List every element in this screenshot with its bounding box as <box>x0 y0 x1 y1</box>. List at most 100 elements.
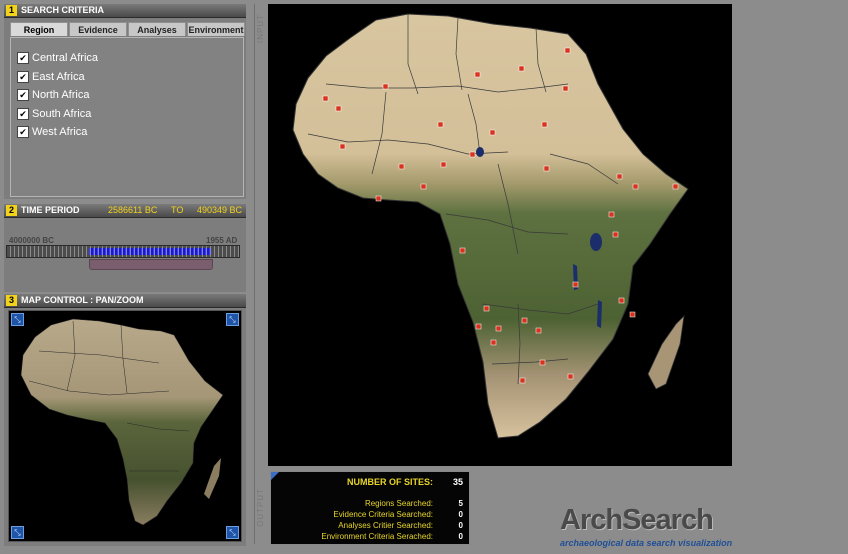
environment-criteria-row: Environment Criteria Serached: 0 <box>275 532 463 541</box>
section-number-badge: 1 <box>6 5 17 16</box>
overview-map[interactable]: ⤡ ⤡ ⤡ ⤡ <box>8 310 242 542</box>
site-marker <box>475 323 482 330</box>
regions-searched-value: 5 <box>458 499 463 508</box>
madagascar-mini <box>204 458 221 499</box>
time-from-value: 2586611 BC <box>108 205 158 215</box>
overview-map-image <box>20 318 224 526</box>
tab-analyses[interactable]: Analyses <box>128 22 186 36</box>
site-marker <box>521 317 528 324</box>
checkbox[interactable]: ✔ <box>17 89 29 102</box>
corner-icon[interactable]: ⤡ <box>226 526 239 539</box>
site-marker <box>420 183 427 190</box>
region-item-west-africa[interactable]: ✔ West Africa <box>17 125 87 139</box>
tab-region[interactable]: Region <box>10 22 68 36</box>
evidence-criteria-label: Evidence Criteria Searched: <box>333 510 433 519</box>
output-side-label: OUTPUT <box>256 488 265 527</box>
corner-icon[interactable]: ⤡ <box>11 526 24 539</box>
site-marker <box>519 377 526 384</box>
region-item-north-africa[interactable]: ✔ North Africa <box>17 88 89 102</box>
section-number-badge: 2 <box>6 205 17 216</box>
site-marker <box>616 173 623 180</box>
tab-environment[interactable]: Environment <box>187 22 245 36</box>
site-marker <box>541 121 548 128</box>
time-to-value: 490349 BC <box>197 205 243 215</box>
archsearch-tagline: archaeological data search visualization <box>560 538 733 548</box>
region-item-central-africa[interactable]: ✔ Central Africa <box>17 51 98 65</box>
analyses-criteria-row: Analyses Critier Searched: 0 <box>275 521 463 530</box>
time-slider-ticks <box>7 246 239 257</box>
site-marker <box>490 339 497 346</box>
corner-icon[interactable]: ⤡ <box>11 313 24 326</box>
time-period-title: TIME PERIOD <box>21 205 80 215</box>
site-marker <box>474 71 481 78</box>
region-item-south-africa[interactable]: ✔ South Africa <box>17 107 91 121</box>
site-marker <box>382 83 389 90</box>
site-marker <box>440 161 447 168</box>
number-of-sites-label: NUMBER OF SITES: <box>346 477 433 487</box>
input-side-label: INPUT <box>256 14 265 43</box>
site-marker <box>375 195 382 202</box>
checkbox[interactable]: ✔ <box>17 71 29 84</box>
site-marker <box>612 231 619 238</box>
site-marker <box>469 151 476 158</box>
site-marker <box>489 129 496 136</box>
corner-icon[interactable]: ⤡ <box>226 313 239 326</box>
evidence-criteria-value: 0 <box>458 510 463 519</box>
region-list: ✔ Central Africa ✔ East Africa ✔ North Afri… <box>10 37 244 197</box>
analyses-criteria-label: Analyses Critier Searched: <box>338 521 433 530</box>
region-item-east-africa[interactable]: ✔ East Africa <box>17 70 85 84</box>
africa-silhouette <box>292 13 689 439</box>
checkbox[interactable]: ✔ <box>17 126 29 139</box>
output-summary: NUMBER OF SITES: 35 Regions Searched: 5 … <box>270 471 470 545</box>
region-label: North Africa <box>32 89 90 101</box>
site-marker <box>562 85 569 92</box>
time-slider-track[interactable] <box>6 245 240 258</box>
regions-searched-label: Regions Searched: <box>364 499 433 508</box>
time-period-header: 2 TIME PERIOD 2586611 BC TO 490349 BC <box>4 204 246 218</box>
site-marker <box>632 183 639 190</box>
main-map-image <box>292 13 689 439</box>
region-label: East Africa <box>32 71 85 83</box>
number-of-sites-row: NUMBER OF SITES: 35 <box>275 477 463 487</box>
site-marker <box>518 65 525 72</box>
time-to-label: TO <box>171 205 184 215</box>
site-marker <box>335 105 342 112</box>
site-marker <box>543 165 550 172</box>
site-marker <box>672 183 679 190</box>
site-marker <box>564 47 571 54</box>
africa-silhouette-mini <box>20 318 224 526</box>
time-max-label: 1955 AD <box>206 236 238 245</box>
site-marker <box>459 247 466 254</box>
site-marker <box>398 163 405 170</box>
site-marker <box>437 121 444 128</box>
map-control-header: 3 MAP CONTROL : PAN/ZOOM <box>4 294 246 308</box>
site-marker <box>608 211 615 218</box>
region-label: West Africa <box>32 126 88 138</box>
madagascar <box>647 314 685 390</box>
map-control-title: MAP CONTROL : PAN/ZOOM <box>21 295 144 305</box>
time-range-handle[interactable] <box>88 259 214 270</box>
regions-searched-row: Regions Searched: 5 <box>275 499 463 508</box>
region-label: Central Africa <box>32 52 99 64</box>
site-marker <box>539 359 546 366</box>
input-output-divider <box>254 4 255 544</box>
site-marker <box>572 281 579 288</box>
time-min-label: 4000000 BC <box>9 236 54 245</box>
main-map[interactable] <box>268 4 732 466</box>
analyses-criteria-value: 0 <box>458 521 463 530</box>
tab-evidence[interactable]: Evidence <box>69 22 127 36</box>
site-marker <box>618 297 625 304</box>
search-criteria-title: SEARCH CRITERIA <box>21 5 105 15</box>
region-label: South Africa <box>32 108 92 120</box>
environment-criteria-value: 0 <box>458 532 463 541</box>
checkbox[interactable]: ✔ <box>17 108 29 121</box>
environment-criteria-label: Environment Criteria Serached: <box>321 532 433 541</box>
search-criteria-header: 1 SEARCH CRITERIA <box>4 4 246 18</box>
section-number-badge: 3 <box>6 295 17 306</box>
site-marker <box>339 143 346 150</box>
site-marker <box>629 311 636 318</box>
search-criteria-panel: 1 SEARCH CRITERIA Region Evidence Analyse… <box>4 4 246 199</box>
number-of-sites-value: 35 <box>452 477 463 487</box>
checkbox[interactable]: ✔ <box>17 52 29 65</box>
site-marker <box>535 327 542 334</box>
